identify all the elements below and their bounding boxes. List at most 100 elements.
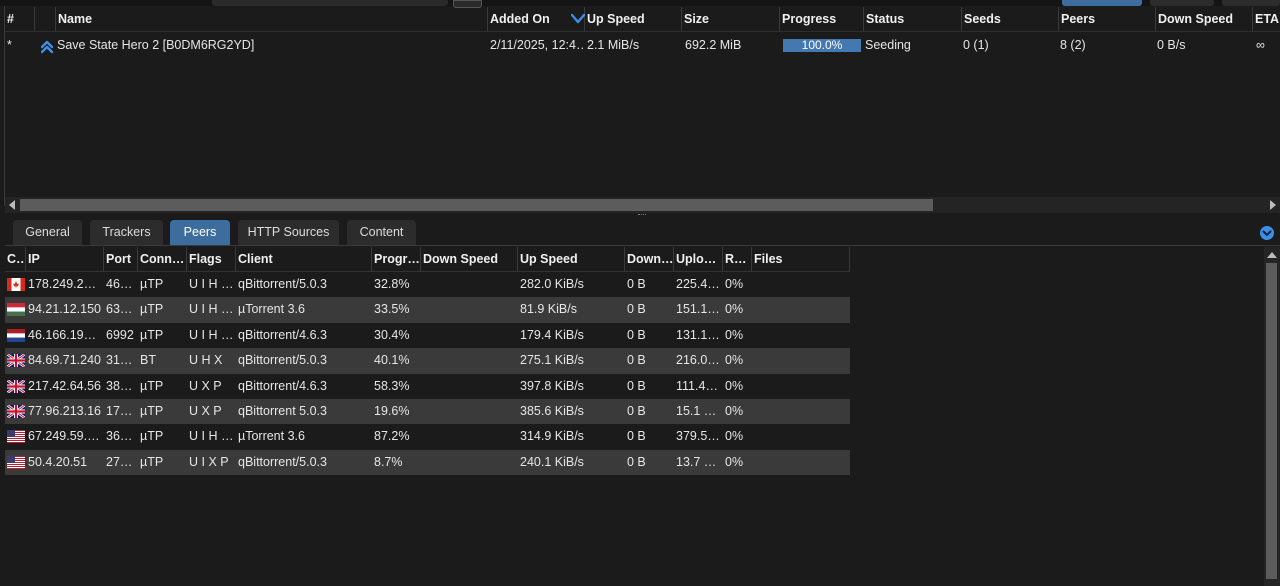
double-chevron-up-icon [41,40,53,54]
scroll-right-icon[interactable] [1269,200,1277,210]
col-down-speed-header[interactable]: Down Speed [1155,7,1252,31]
filter-button-edge[interactable] [1062,0,1142,6]
peer-uploaded: 13.7 … [676,454,717,469]
col-name-header[interactable]: Name [55,7,487,31]
toolbar-button-edge-2[interactable] [1150,0,1214,6]
peer-row[interactable]: 67.249.59.1… 36… µTP U I H … µTorrent 3.6 87.… [5,424,850,449]
peer-ip: 67.249.59.1… [28,429,103,444]
peer-row[interactable]: 94.21.12.150 63… µTP U I H … µTorrent 3.6 33.… [5,297,850,323]
col-priority-header[interactable] [34,7,55,31]
peer-relevance: 0% [725,378,744,393]
peer-port: 36… [106,429,133,444]
peer-client: qBittorrent/4.6.3 [238,378,327,393]
peer-relevance: 0% [725,403,744,418]
peer-relevance: 0% [725,454,744,469]
search-box-edge[interactable] [212,0,448,6]
peer-up-speed: 397.8 KiB/s [520,378,584,393]
col-seeds-header[interactable]: Seeds [961,7,1058,31]
peer-connection: µTP [140,429,164,444]
col-uploaded-header[interactable]: Uplo… [674,247,723,271]
splitter-handle[interactable] [638,214,646,217]
col-size-header[interactable]: Size [681,7,779,31]
peer-client: qBittorrent/4.6.3 [238,327,327,342]
peer-client: µTorrent 3.6 [238,429,305,444]
peer-downloaded: 0 B [627,429,646,444]
tab-http-sources[interactable]: HTTP Sources [238,220,339,245]
peer-up-speed: 385.6 KiB/s [520,403,584,418]
horizontal-scroll-thumb[interactable] [20,199,933,211]
horizontal-scrollbar[interactable] [5,197,1280,213]
tab-content[interactable]: Content [347,220,416,245]
peer-files [754,297,848,322]
peer-flags: U I H … [189,302,234,317]
sort-descending-icon[interactable] [571,12,585,26]
peers-table-body: 178.249.21… 46… µTP U I H … qBittorrent/5.0.… [5,272,850,476]
peer-downloaded: 0 B [627,454,646,469]
scroll-left-icon[interactable] [8,200,16,210]
vertical-scrollbar[interactable] [1264,247,1280,586]
tab-peers[interactable]: Peers [170,220,230,245]
peer-up-speed: 179.4 KiB/s [520,327,584,342]
peer-uploaded: 15.1 … [676,403,717,418]
col-down-speed-header[interactable]: Down Speed [421,247,518,271]
col-up-speed-header[interactable]: Up Speed [584,7,681,31]
peer-progress: 33.5% [374,302,410,317]
scroll-up-icon[interactable] [1267,251,1277,258]
peer-row[interactable]: 46.166.191.… 6992 µTP U I H … qBittorrent/4.… [5,323,850,348]
peer-connection: BT [140,353,156,368]
col-progress-header[interactable]: Progress [779,7,863,31]
col-added-on-header[interactable]: Added On [487,7,584,31]
peer-files [754,450,848,475]
peer-files [754,272,848,297]
tabs-divider [5,245,1280,246]
tab-trackers[interactable]: Trackers [90,220,163,245]
col-connection-header[interactable]: Conn… [138,247,187,271]
col-flags-header[interactable]: Flags [187,247,236,271]
col-country-header[interactable]: C… [5,247,26,271]
col-peers-header[interactable]: Peers [1058,7,1155,31]
peer-ip: 94.21.12.150 [28,302,101,317]
col-up-speed-header[interactable]: Up Speed [518,247,625,271]
peer-progress: 8.7% [374,454,403,469]
col-downloaded-header[interactable]: Down… [625,247,674,271]
peer-flags: U I H … [189,327,234,342]
vertical-scroll-thumb[interactable] [1266,263,1277,579]
col-files-header[interactable]: Files [752,247,850,271]
peer-connection: µTP [140,302,164,317]
netherlands-flag-icon [7,328,25,342]
peer-downloaded: 0 B [627,327,646,342]
col-port-header[interactable]: Port [104,247,138,271]
collapse-panel-icon[interactable] [1260,226,1274,240]
peer-row[interactable]: 50.4.20.51 27… µTP U I X P qBittorrent/5.0.3… [5,449,850,476]
peer-connection: µTP [140,277,164,291]
peer-files [754,399,848,424]
torrent-seeds: 0 (1) [963,38,989,52]
torrent-row[interactable]: * Save State Hero 2 [B0DM6RG2YD] 2/11/20… [5,32,1280,58]
col-index-header[interactable]: # [5,7,34,31]
peer-progress: 30.4% [374,327,410,342]
peer-up-speed: 282.0 KiB/s [520,277,584,291]
peer-down-speed [423,272,516,297]
col-eta-header[interactable]: ETA [1252,7,1280,31]
uk-flag-icon [7,354,25,368]
peer-progress: 87.2% [374,429,410,444]
peer-port: 46… [106,277,133,291]
torrent-size: 692.2 MiB [685,38,742,52]
col-client-header[interactable]: Client [236,247,372,271]
col-relevance-header[interactable]: R… [723,247,752,271]
peer-row[interactable]: 178.249.21… 46… µTP U I H … qBittorrent/5.0.… [5,272,850,297]
peer-relevance: 0% [725,277,744,291]
peer-files [754,424,848,449]
peer-files [754,323,848,348]
col-ip-header[interactable]: IP [26,247,104,271]
torrent-name: Save State Hero 2 [B0DM6RG2YD] [57,38,255,52]
toolbar-button-edge-3[interactable] [1222,0,1280,6]
peer-row[interactable]: 217.42.64.56 38… µTP U X P qBittorrent/4.6.3… [5,374,850,399]
col-progress-header[interactable]: Progr… [372,247,421,271]
tab-general[interactable]: General [13,220,82,245]
col-status-header[interactable]: Status [863,7,961,31]
peer-row[interactable]: 84.69.71.240 31… BT U H X qBittorrent/5.0.3 4… [5,348,850,374]
peer-row[interactable]: 77.96.213.16 17… µTP U X P qBittorrent 5.0.3… [5,398,850,425]
peer-up-speed: 275.1 KiB/s [520,353,584,368]
canada-flag-icon [7,278,25,291]
